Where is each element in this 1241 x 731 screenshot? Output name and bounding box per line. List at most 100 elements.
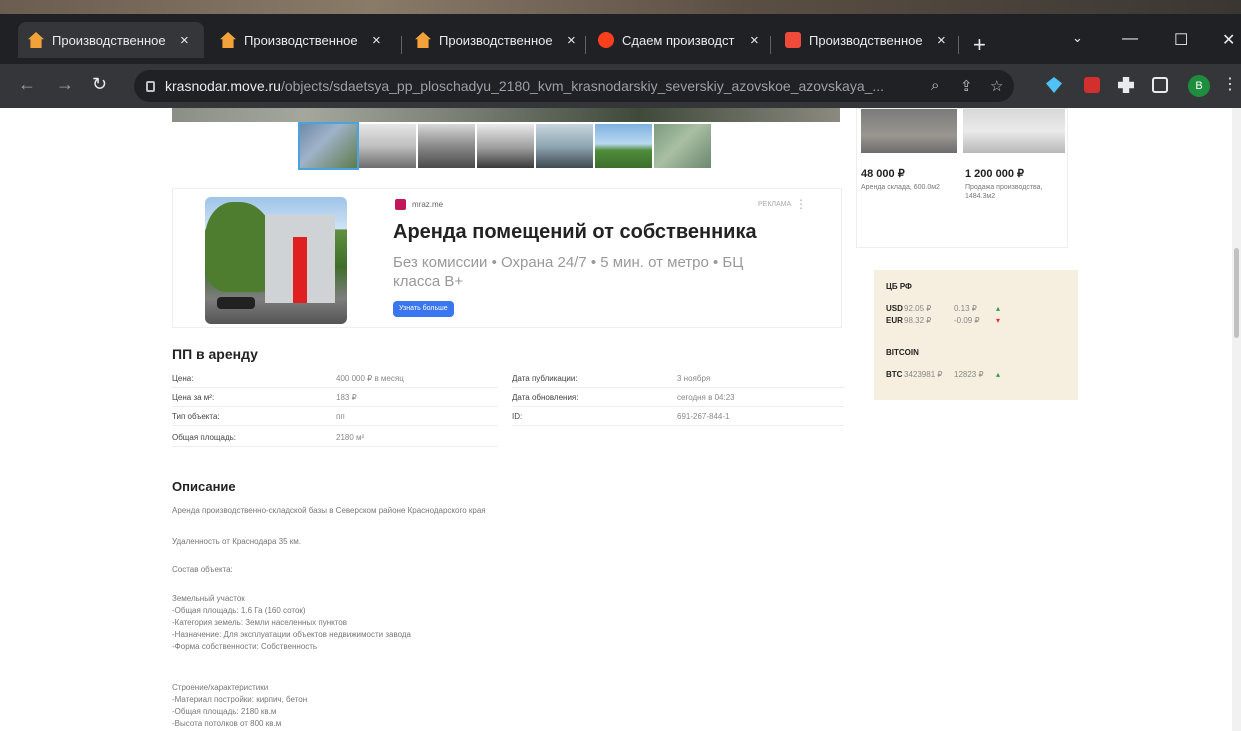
rate-row-btc: BTC 3423981 ₽ 12823 ₽ ▴ <box>886 370 1000 379</box>
property-row: Цена за м²: 183 ₽ <box>172 389 498 407</box>
property-row: Цена: 400 000 ₽ в месяц <box>172 370 498 388</box>
property-value: сегодня в 04:23 <box>677 393 735 402</box>
ad-subtitle: Без комиссии • Охрана 24/7 • 5 мин. от м… <box>393 254 744 290</box>
ad-title[interactable]: Аренда помещений от собственника <box>393 221 757 244</box>
house-icon <box>220 32 236 48</box>
ad-menu-icon[interactable]: ⋮ <box>795 197 807 211</box>
profile-avatar[interactable]: B <box>1188 75 1210 97</box>
tab-4[interactable]: Сдаем производст × <box>588 22 774 58</box>
close-icon[interactable]: × <box>567 32 576 49</box>
new-tab-button[interactable]: + <box>973 32 986 58</box>
currency-code: BTC <box>886 370 903 379</box>
thumbnail[interactable] <box>536 124 593 168</box>
ad-learn-more-button[interactable]: Узнать больше <box>393 301 454 317</box>
tab-separator <box>585 36 586 54</box>
property-row: Дата обновления: сегодня в 04:23 <box>512 389 844 407</box>
zoom-search-icon[interactable]: ⌕ <box>931 77 939 94</box>
currency-change: -0.09 ₽ <box>954 316 980 325</box>
scrollbar-thumb[interactable] <box>1234 248 1239 338</box>
page-scrollbar[interactable] <box>1232 108 1241 731</box>
thumbnail[interactable] <box>418 124 475 168</box>
menu-icon[interactable]: ⋮ <box>1222 74 1238 94</box>
offer-description[interactable]: Продажа производства, 1484.3м2 <box>965 183 1047 201</box>
url-path: /objects/sdaetsya_pp_ploschadyu_2180_kvm… <box>280 78 885 94</box>
thumbnail[interactable] <box>595 124 652 168</box>
map-thumbnail[interactable] <box>654 124 711 168</box>
exchange-rates-widget: ЦБ РФ USD 92.05 ₽ 0.13 ₽ ▴ EUR 98.32 ₽ -… <box>874 270 1078 400</box>
thumbnail[interactable] <box>359 124 416 168</box>
tab-1[interactable]: Производственное × <box>18 22 204 58</box>
close-icon[interactable]: × <box>750 32 759 49</box>
close-icon[interactable]: × <box>372 32 381 49</box>
arrow-down-icon: ▾ <box>996 316 1001 325</box>
tab-separator <box>401 36 402 54</box>
side-panel-icon[interactable] <box>1152 77 1168 93</box>
ad-building-photo[interactable] <box>205 197 347 324</box>
back-icon[interactable]: ← <box>18 74 36 95</box>
currency-value: 3423981 ₽ <box>904 370 943 379</box>
toolbar: ← → ↻ krasnodar.move.ru /objects/sdaetsy… <box>0 64 1241 108</box>
tab-5[interactable]: Производственное × <box>775 22 961 58</box>
avito-icon <box>785 32 801 48</box>
bookmark-star-icon[interactable]: ☆ <box>990 77 1003 95</box>
description-line: -Форма собственности: Собственность <box>172 642 318 651</box>
checkbox-logo-icon <box>395 199 406 210</box>
property-row: ID: 691-267-844-1 <box>512 408 844 426</box>
offer-photo[interactable] <box>963 109 1065 153</box>
thumbnail[interactable] <box>298 122 359 170</box>
tab-separator <box>770 36 771 54</box>
address-bar[interactable]: krasnodar.move.ru /objects/sdaetsya_pp_p… <box>134 70 1014 102</box>
maximize-icon[interactable]: ☐ <box>1174 30 1188 50</box>
extensions-puzzle-icon[interactable] <box>1118 77 1134 93</box>
tab-title: Производственное <box>244 32 358 48</box>
tab-search-icon[interactable]: ⌄ <box>1072 30 1083 46</box>
property-value: 691-267-844-1 <box>677 412 730 421</box>
currency-change: 12823 ₽ <box>954 370 984 379</box>
url-host: krasnodar.move.ru <box>165 78 281 94</box>
description-line: Состав объекта: <box>172 565 233 574</box>
currency-value: 98.32 ₽ <box>904 316 932 325</box>
extension-pdf-icon[interactable] <box>1084 77 1100 93</box>
property-label: Общая площадь: <box>172 433 237 442</box>
description-title: Описание <box>172 479 236 494</box>
offer-price[interactable]: 48 000 ₽ <box>861 167 905 180</box>
property-label: Дата обновления: <box>512 393 579 402</box>
property-value: 3 ноября <box>677 374 711 383</box>
property-value: 183 ₽ <box>336 393 357 402</box>
extension-diamond-icon[interactable] <box>1046 77 1062 93</box>
advertisement-banner[interactable]: mraz.me РЕКЛАМА ⋮ Аренда помещений от со… <box>172 188 842 328</box>
rate-row-eur: EUR 98.32 ₽ -0.09 ₽ ▾ <box>886 316 1000 325</box>
offer-photo[interactable] <box>861 109 957 153</box>
tab-title: Производственное <box>439 32 553 48</box>
tab-3[interactable]: Производственное × <box>405 22 591 58</box>
share-icon[interactable]: ⇪ <box>960 77 973 95</box>
property-value: 400 000 ₽ в месяц <box>336 374 404 383</box>
thumbnail[interactable] <box>477 124 534 168</box>
currency-code: USD <box>886 304 903 313</box>
photo-thumbnails <box>298 122 711 170</box>
main-photo[interactable] <box>172 108 840 122</box>
minimize-icon[interactable]: — <box>1122 30 1138 48</box>
property-value: пп <box>336 412 345 421</box>
property-label: Тип объекта: <box>172 412 220 421</box>
close-icon[interactable]: × <box>937 32 946 49</box>
description-line: Аренда производственно-складской базы в … <box>172 506 486 515</box>
close-icon[interactable]: × <box>180 32 189 49</box>
window-close-icon[interactable]: ✕ <box>1222 30 1235 50</box>
forward-icon[interactable]: → <box>56 74 74 95</box>
property-label: ID: <box>512 412 523 421</box>
offer-description[interactable]: Аренда склада, 600.0м2 <box>861 183 943 192</box>
building-red-accent <box>293 237 307 303</box>
reload-icon[interactable]: ↻ <box>92 74 107 95</box>
crypto-title: BITCOIN <box>886 348 919 357</box>
description-line: -Высота потолков от 800 кв.м <box>172 719 282 728</box>
ad-source[interactable]: mraz.me <box>395 199 443 210</box>
tab-title: Производственное <box>52 32 166 48</box>
arrow-up-icon: ▴ <box>996 370 1001 379</box>
currency-code: EUR <box>886 316 903 325</box>
property-value: 2180 м² <box>336 433 365 442</box>
tab-strip: Производственное × Производственное × Пр… <box>0 14 1241 64</box>
tab-2[interactable]: Производственное × <box>210 22 396 58</box>
lock-icon[interactable] <box>146 80 155 92</box>
offer-price[interactable]: 1 200 000 ₽ <box>965 167 1024 180</box>
